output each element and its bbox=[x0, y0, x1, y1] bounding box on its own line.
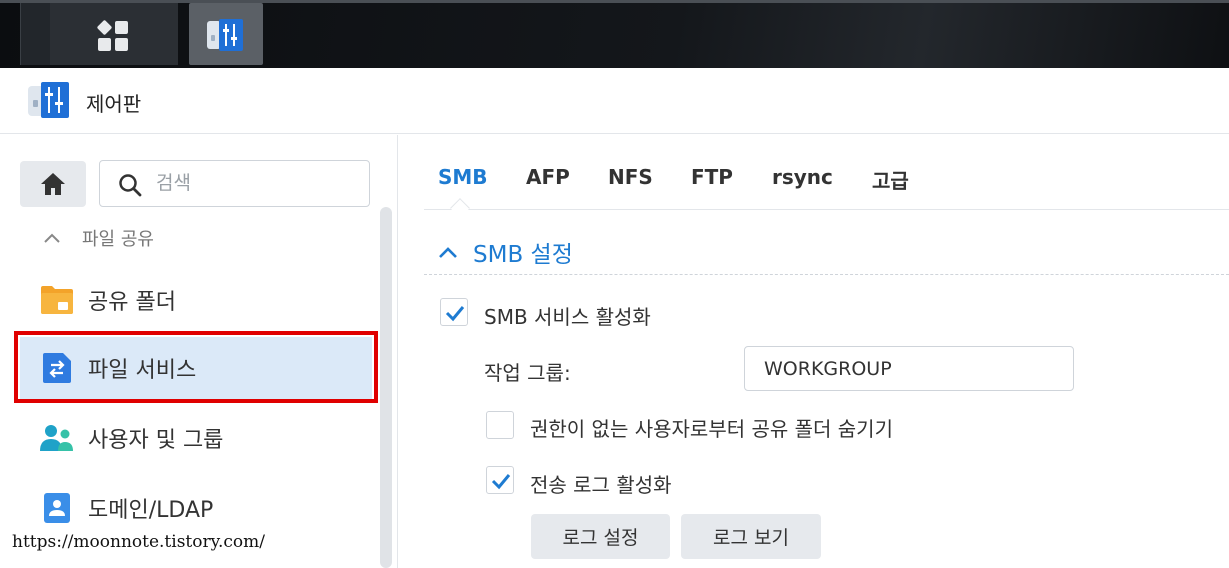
tab-smb[interactable]: SMB bbox=[438, 165, 488, 189]
enable-smb-label: SMB 서비스 활성화 bbox=[484, 305, 651, 329]
workgroup-field[interactable] bbox=[744, 346, 1074, 391]
main-menu-icon bbox=[96, 19, 130, 53]
section-divider bbox=[424, 274, 1229, 275]
log-settings-button[interactable]: 로그 설정 bbox=[531, 514, 670, 559]
chevron-up-icon bbox=[439, 247, 457, 258]
transfer-log-checkbox[interactable] bbox=[486, 466, 514, 494]
control-panel-taskbar-button[interactable] bbox=[189, 3, 263, 65]
taskbar bbox=[0, 0, 1229, 68]
home-button[interactable] bbox=[20, 161, 86, 207]
control-panel-icon bbox=[28, 82, 69, 118]
view-logs-button[interactable]: 로그 보기 bbox=[681, 514, 821, 559]
tab-rsync[interactable]: rsync bbox=[772, 165, 833, 189]
section-title: SMB 설정 bbox=[473, 242, 573, 268]
tab-afp[interactable]: AFP bbox=[526, 165, 570, 189]
window-titlebar: 제어판 bbox=[0, 68, 1229, 134]
smb-settings-header[interactable]: SMB 설정 bbox=[439, 235, 573, 269]
watermark-url: https://moonnote.tistory.com/ bbox=[12, 532, 265, 552]
sidebar-item-label: 도메인/LDAP bbox=[88, 498, 214, 523]
sidebar-item-shared-folder[interactable]: 공유 폴더 bbox=[20, 269, 372, 331]
checkmark-icon bbox=[445, 306, 465, 322]
tab-bar: SMB AFP NFS FTP rsync 고급 bbox=[424, 135, 1229, 218]
checkmark-icon bbox=[491, 474, 511, 490]
users-group-icon bbox=[40, 421, 74, 455]
enable-smb-checkbox[interactable] bbox=[440, 298, 468, 326]
home-icon bbox=[41, 173, 65, 195]
active-tab-pointer bbox=[450, 198, 470, 218]
chevron-up-icon bbox=[44, 233, 60, 243]
search-input[interactable] bbox=[156, 167, 356, 199]
sidebar-item-users-groups[interactable]: 사용자 및 그룹 bbox=[20, 407, 372, 469]
sidebar-item-label: 공유 폴더 bbox=[88, 290, 176, 315]
window-title: 제어판 bbox=[86, 92, 142, 116]
sidebar-item-label: 사용자 및 그룹 bbox=[88, 428, 224, 453]
domain-ldap-icon bbox=[40, 491, 74, 525]
tab-advanced[interactable]: 고급 bbox=[872, 165, 909, 194]
main-menu-button[interactable] bbox=[50, 3, 178, 65]
annotation-highlight-box bbox=[14, 331, 378, 403]
hide-shared-folders-label: 권한이 없는 사용자로부터 공유 폴더 숨기기 bbox=[530, 417, 893, 441]
transfer-log-label: 전송 로그 활성화 bbox=[530, 473, 672, 497]
hide-shared-folders-checkbox[interactable] bbox=[486, 411, 514, 439]
sidebar-group-file-sharing[interactable]: 파일 공유 bbox=[44, 225, 154, 251]
control-panel-icon bbox=[207, 19, 243, 51]
tab-ftp[interactable]: FTP bbox=[691, 165, 733, 189]
tab-nfs[interactable]: NFS bbox=[608, 165, 653, 189]
workgroup-label: 작업 그룹: bbox=[484, 361, 571, 385]
sidebar-scrollbar[interactable] bbox=[380, 207, 392, 568]
search-icon bbox=[119, 174, 142, 197]
main-content: SMB AFP NFS FTP rsync 고급 SMB 설정 SMB 서비스 … bbox=[399, 135, 1229, 568]
sidebar-item-domain-ldap[interactable]: 도메인/LDAP bbox=[20, 477, 372, 539]
search-box bbox=[99, 160, 370, 207]
taskbar-top-border bbox=[0, 0, 1229, 3]
sidebar-group-label: 파일 공유 bbox=[82, 229, 154, 250]
taskbar-edge bbox=[20, 3, 50, 65]
shared-folder-icon bbox=[40, 283, 74, 317]
